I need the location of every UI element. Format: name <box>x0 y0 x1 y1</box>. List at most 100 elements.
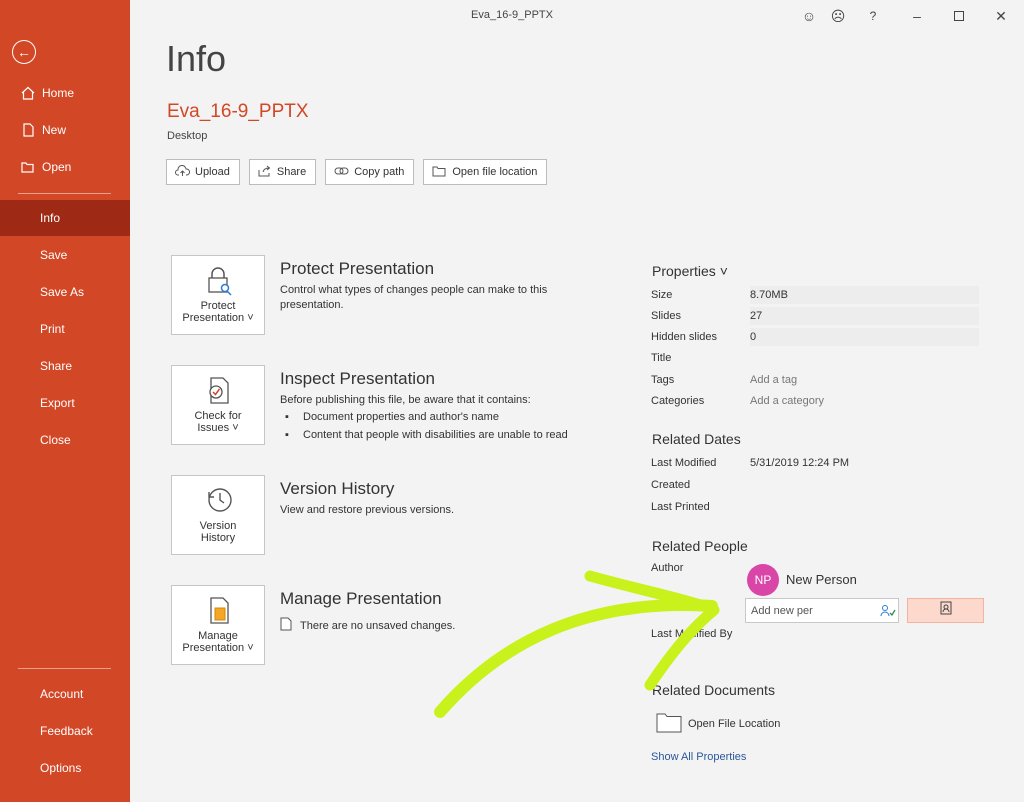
sidebar-item-save-as[interactable]: Save As <box>0 274 130 310</box>
property-key: Size <box>651 289 673 301</box>
tile-label: Presentation ˅ <box>182 312 254 324</box>
file-actions: Upload Share Copy path Open file locatio… <box>166 159 548 185</box>
related-dates-heading: Related Dates <box>652 431 741 447</box>
manage-doc-icon <box>206 596 232 629</box>
sidebar-item-export[interactable]: Export <box>0 385 130 421</box>
add-person-text: Add new per <box>751 604 813 617</box>
avatar[interactable]: NP <box>747 564 779 596</box>
maximize-icon[interactable] <box>949 7 969 25</box>
sidebar-item-close[interactable]: Close <box>0 422 130 458</box>
version-history-description: View and restore previous versions. <box>280 504 455 516</box>
tile-label: Version <box>199 520 237 532</box>
show-all-properties-link[interactable]: Show All Properties <box>651 751 746 763</box>
categories-field[interactable]: Add a category <box>750 392 979 410</box>
author-key: Author <box>651 562 684 574</box>
properties-heading[interactable]: Properties ˅ <box>652 263 728 279</box>
date-key: Last Modified <box>651 457 717 469</box>
cloud-upload-icon <box>175 164 191 180</box>
check-for-issues-button[interactable]: Check for Issues ˅ <box>171 365 265 445</box>
share-label: Share <box>276 166 307 178</box>
version-history-button[interactable]: Version History <box>171 475 265 555</box>
property-value: 0 <box>750 328 979 346</box>
bullet-text: Document properties and author's name <box>303 411 499 423</box>
date-key: Last Printed <box>651 501 710 513</box>
manage-status: There are no unsaved changes. <box>280 617 580 636</box>
tile-label: Manage <box>198 630 238 642</box>
close-window-icon[interactable]: ✕ <box>991 7 1011 25</box>
upload-label: Upload <box>195 166 230 178</box>
property-row: Size 8.70MB <box>651 285 979 305</box>
date-value: 5/31/2019 12:24 PM <box>750 457 850 469</box>
tile-label: Presentation ˅ <box>182 642 254 654</box>
frown-icon[interactable]: ☹ <box>828 7 848 25</box>
share-icon <box>258 165 272 180</box>
date-value <box>750 498 979 516</box>
new-doc-icon <box>18 123 38 137</box>
date-row: Last Modified 5/31/2019 12:24 PM <box>651 453 979 473</box>
protect-heading: Protect Presentation <box>280 259 435 278</box>
author-name[interactable]: New Person <box>786 572 857 587</box>
lock-key-icon <box>206 266 232 299</box>
address-book-button[interactable] <box>907 598 984 623</box>
date-key: Created <box>651 479 691 491</box>
page-title: Info <box>166 38 227 79</box>
tile-label: Check for <box>194 410 242 422</box>
property-key: Categories <box>651 395 705 407</box>
related-documents-heading: Related Documents <box>652 682 775 698</box>
share-button[interactable]: Share <box>248 159 317 185</box>
add-person-input[interactable]: Add new per <box>745 598 899 623</box>
inspect-bullet: Content that people with disabilities ar… <box>285 429 568 441</box>
open-file-location-label: Open file location <box>452 166 538 178</box>
sidebar-item-info[interactable]: Info <box>0 200 130 236</box>
protect-presentation-button[interactable]: Protect Presentation ˅ <box>171 255 265 335</box>
last-modified-by-key: Last Modified By <box>651 628 733 640</box>
sidebar-item-label: New <box>42 123 67 137</box>
protect-description: Control what types of changes people can… <box>280 284 548 311</box>
date-row: Created <box>651 475 979 495</box>
property-row: Tags Add a tag <box>651 370 979 390</box>
sidebar-item-options[interactable]: Options <box>0 750 130 786</box>
inspect-description: Before publishing this file, be aware th… <box>280 394 531 406</box>
sidebar-item-home[interactable]: Home <box>0 75 130 111</box>
smile-icon[interactable]: ☺ <box>799 7 819 25</box>
title-field[interactable] <box>750 349 979 367</box>
property-key: Slides <box>651 310 681 322</box>
property-row: Hidden slides 0 <box>651 327 979 347</box>
sidebar-item-save[interactable]: Save <box>0 237 130 273</box>
property-row: Slides 27 <box>651 306 979 326</box>
property-value: 8.70MB <box>750 286 979 304</box>
link-icon <box>334 166 349 179</box>
manage-presentation-button[interactable]: Manage Presentation ˅ <box>171 585 265 665</box>
inspect-doc-icon <box>206 376 232 409</box>
upload-button[interactable]: Upload <box>166 159 240 185</box>
property-key: Title <box>651 352 672 364</box>
sidebar-item-new[interactable]: New <box>0 112 130 148</box>
open-file-location-button[interactable]: Open file location <box>423 159 548 185</box>
last-modified-by-label: Last Modified By <box>651 624 751 644</box>
sidebar-item-share[interactable]: Share <box>0 348 130 384</box>
tile-label: Protect <box>200 300 236 312</box>
tags-field[interactable]: Add a tag <box>750 371 979 389</box>
inspect-bullet: Document properties and author's name <box>285 411 499 423</box>
sidebar-item-label: Open <box>42 160 72 174</box>
minimize-icon[interactable]: – <box>907 7 927 25</box>
sidebar-item-account[interactable]: Account <box>0 676 130 712</box>
open-file-location-link[interactable]: Open File Location <box>656 711 780 736</box>
manage-status-text: There are no unsaved changes. <box>300 620 456 632</box>
check-names-icon[interactable] <box>880 604 896 621</box>
back-arrow-icon[interactable]: ← <box>12 40 36 64</box>
sidebar-divider <box>18 668 111 669</box>
copy-path-label: Copy path <box>354 166 405 178</box>
property-key: Hidden slides <box>651 331 718 343</box>
sidebar-item-print[interactable]: Print <box>0 311 130 347</box>
copy-path-button[interactable]: Copy path <box>325 159 415 185</box>
sidebar-divider <box>18 193 111 194</box>
sidebar-item-feedback[interactable]: Feedback <box>0 713 130 749</box>
sidebar-item-open[interactable]: Open <box>0 149 130 185</box>
inspect-heading: Inspect Presentation <box>280 369 435 388</box>
property-value: 27 <box>750 307 979 325</box>
folder-icon <box>432 165 447 180</box>
history-clock-icon <box>206 486 234 519</box>
property-row: Categories Add a category <box>651 391 979 411</box>
help-icon[interactable]: ? <box>863 7 883 25</box>
